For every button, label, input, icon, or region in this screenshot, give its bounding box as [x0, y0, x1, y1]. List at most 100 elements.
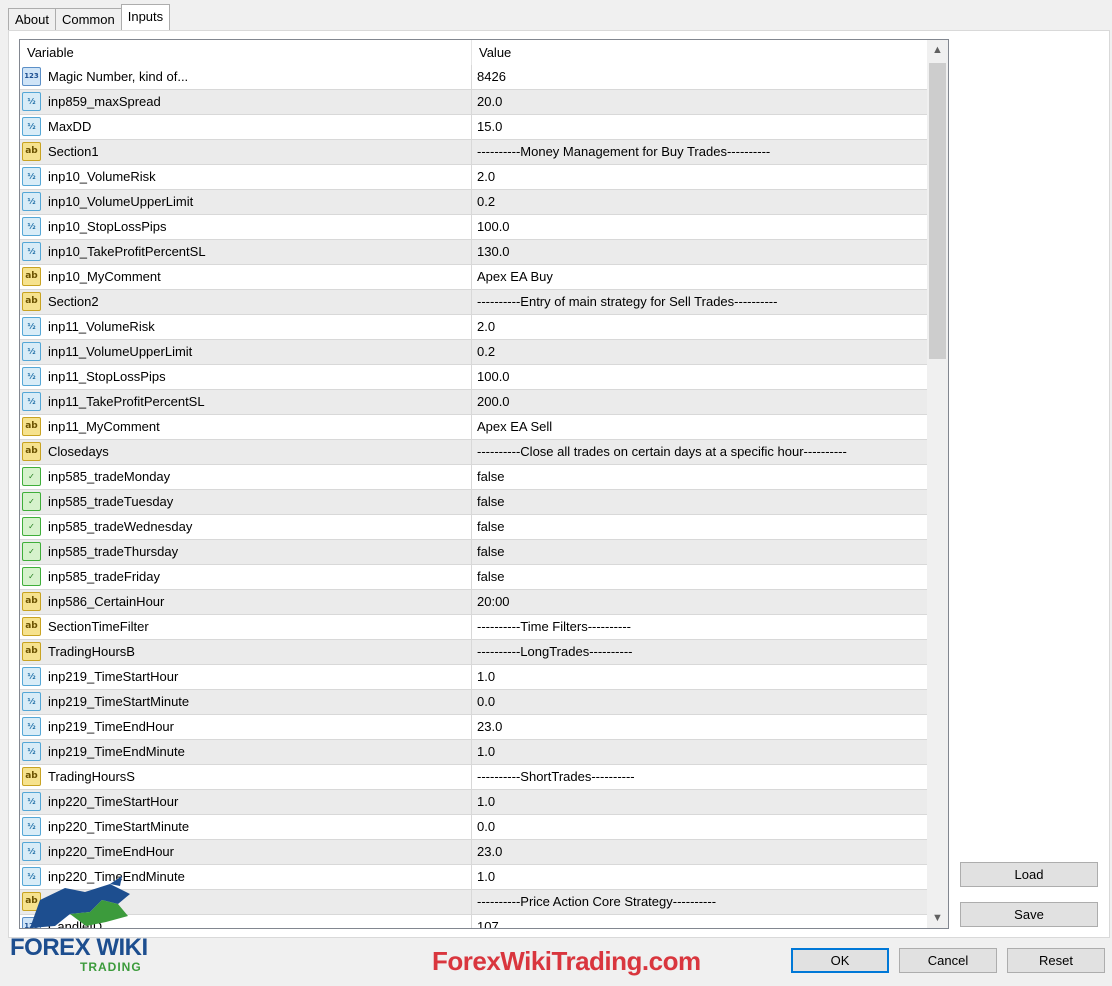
table-row[interactable]: ½ inp10_VolumeRisk 2.0: [20, 165, 927, 190]
value-cell[interactable]: 100.0: [472, 215, 927, 239]
table-row[interactable]: ½ inp11_StopLossPips 100.0: [20, 365, 927, 390]
column-header-variable[interactable]: Variable: [20, 40, 472, 65]
value-cell[interactable]: 8426: [472, 65, 927, 89]
value-cell[interactable]: 20:00: [472, 590, 927, 614]
value-cell[interactable]: 0.2: [472, 190, 927, 214]
table-row[interactable]: ½ inp11_TakeProfitPercentSL 200.0: [20, 390, 927, 415]
variable-cell[interactable]: ½ inp859_maxSpread: [20, 90, 472, 114]
table-row[interactable]: ½ inp11_VolumeUpperLimit 0.2: [20, 340, 927, 365]
load-button[interactable]: Load: [960, 862, 1098, 887]
variable-cell[interactable]: ab Section1: [20, 140, 472, 164]
table-row[interactable]: ab Section1 ----------Money Management for…: [20, 140, 927, 165]
variable-cell[interactable]: ab inp10_MyComment: [20, 265, 472, 289]
table-row[interactable]: ½ inp220_TimeEndHour 23.0: [20, 840, 927, 865]
variable-cell[interactable]: 123 Magic Number, kind of...: [20, 65, 472, 89]
variable-cell[interactable]: ab TradingHoursS: [20, 765, 472, 789]
value-cell[interactable]: 0.0: [472, 815, 927, 839]
value-cell[interactable]: false: [472, 540, 927, 564]
variable-cell[interactable]: ab TradingHoursB: [20, 640, 472, 664]
variable-cell[interactable]: ab SectionTimeFilter: [20, 615, 472, 639]
table-row[interactable]: ½ inp220_TimeStartMinute 0.0: [20, 815, 927, 840]
variable-cell[interactable]: ½ inp219_TimeEndMinute: [20, 740, 472, 764]
value-cell[interactable]: ----------LongTrades----------: [472, 640, 927, 664]
column-header-value[interactable]: Value: [472, 40, 927, 65]
variable-cell[interactable]: ½ inp11_TakeProfitPercentSL: [20, 390, 472, 414]
scroll-down-arrow-icon[interactable]: ▼: [927, 908, 948, 928]
value-cell[interactable]: 0.2: [472, 340, 927, 364]
scroll-up-arrow-icon[interactable]: ▲: [927, 40, 948, 60]
variable-cell[interactable]: ab inp11_MyComment: [20, 415, 472, 439]
table-row[interactable]: ✓ inp585_tradeFriday false: [20, 565, 927, 590]
table-row[interactable]: ½ inp219_TimeEndHour 23.0: [20, 715, 927, 740]
value-cell[interactable]: ----------ShortTrades----------: [472, 765, 927, 789]
variable-cell[interactable]: ½ MaxDD: [20, 115, 472, 139]
value-cell[interactable]: 23.0: [472, 715, 927, 739]
value-cell[interactable]: false: [472, 465, 927, 489]
table-row[interactable]: ab SectionTimeFilter ----------Time Filter…: [20, 615, 927, 640]
value-cell[interactable]: 23.0: [472, 840, 927, 864]
save-button[interactable]: Save: [960, 902, 1098, 927]
variable-cell[interactable]: ab Section2: [20, 290, 472, 314]
variable-cell[interactable]: ✓ inp585_tradeWednesday: [20, 515, 472, 539]
variable-cell[interactable]: ½ inp220_TimeStartMinute: [20, 815, 472, 839]
variable-cell[interactable]: ✓ inp585_tradeTuesday: [20, 490, 472, 514]
table-row[interactable]: ½ inp219_TimeStartMinute 0.0: [20, 690, 927, 715]
table-row[interactable]: ab TradingHoursB ----------LongTrades-----…: [20, 640, 927, 665]
variable-cell[interactable]: ✓ inp585_tradeFriday: [20, 565, 472, 589]
variable-cell[interactable]: ½ inp11_VolumeRisk: [20, 315, 472, 339]
variable-cell[interactable]: ½ inp10_TakeProfitPercentSL: [20, 240, 472, 264]
table-row[interactable]: ab inp11_MyComment Apex EA Sell: [20, 415, 927, 440]
ok-button[interactable]: OK: [791, 948, 889, 973]
cancel-button[interactable]: Cancel: [899, 948, 997, 973]
table-row[interactable]: ab Section2 ----------Entry of main strate…: [20, 290, 927, 315]
value-cell[interactable]: 15.0: [472, 115, 927, 139]
value-cell[interactable]: 200.0: [472, 390, 927, 414]
table-row[interactable]: ½ inp219_TimeStartHour 1.0: [20, 665, 927, 690]
table-row[interactable]: ½ inp10_StopLossPips 100.0: [20, 215, 927, 240]
value-cell[interactable]: false: [472, 515, 927, 539]
value-cell[interactable]: 1.0: [472, 790, 927, 814]
variable-cell[interactable]: ½ inp220_TimeStartHour: [20, 790, 472, 814]
table-row[interactable]: ½ inp219_TimeEndMinute 1.0: [20, 740, 927, 765]
reset-button[interactable]: Reset: [1007, 948, 1105, 973]
value-cell[interactable]: Apex EA Sell: [472, 415, 927, 439]
variable-cell[interactable]: ½ inp10_VolumeUpperLimit: [20, 190, 472, 214]
value-cell[interactable]: ----------Entry of main strategy for Sel…: [472, 290, 927, 314]
table-row[interactable]: ✓ inp585_tradeMonday false: [20, 465, 927, 490]
value-cell[interactable]: false: [472, 565, 927, 589]
table-row[interactable]: ½ inp220_TimeStartHour 1.0: [20, 790, 927, 815]
tab-inputs[interactable]: Inputs: [120, 4, 171, 30]
table-row[interactable]: ab inp586_CertainHour 20:00: [20, 590, 927, 615]
value-cell[interactable]: 1.0: [472, 865, 927, 889]
table-row[interactable]: ½ inp11_VolumeRisk 2.0: [20, 315, 927, 340]
table-row[interactable]: ✓ inp585_tradeTuesday false: [20, 490, 927, 515]
value-cell[interactable]: ----------Time Filters----------: [472, 615, 927, 639]
table-row[interactable]: ab inp10_MyComment Apex EA Buy: [20, 265, 927, 290]
value-cell[interactable]: 100.0: [472, 365, 927, 389]
value-cell[interactable]: 1.0: [472, 740, 927, 764]
scrollbar-thumb[interactable]: [929, 63, 946, 359]
table-row[interactable]: ab Closedays ----------Close all trades on…: [20, 440, 927, 465]
value-cell[interactable]: 20.0: [472, 90, 927, 114]
variable-cell[interactable]: ½ inp11_StopLossPips: [20, 365, 472, 389]
value-cell[interactable]: ----------Money Management for Buy Trade…: [472, 140, 927, 164]
variable-cell[interactable]: ½ inp219_TimeStartMinute: [20, 690, 472, 714]
table-row[interactable]: ½ inp859_maxSpread 20.0: [20, 90, 927, 115]
variable-cell[interactable]: ½ inp11_VolumeUpperLimit: [20, 340, 472, 364]
value-cell[interactable]: 2.0: [472, 165, 927, 189]
table-row[interactable]: ✓ inp585_tradeThursday false: [20, 540, 927, 565]
table-row[interactable]: 123 Magic Number, kind of... 8426: [20, 65, 927, 90]
value-cell[interactable]: 2.0: [472, 315, 927, 339]
table-row[interactable]: ab TradingHoursS ----------ShortTrades----…: [20, 765, 927, 790]
table-row[interactable]: ½ inp10_VolumeUpperLimit 0.2: [20, 190, 927, 215]
value-cell[interactable]: ----------Close all trades on certain da…: [472, 440, 927, 464]
table-row[interactable]: ✓ inp585_tradeWednesday false: [20, 515, 927, 540]
value-cell[interactable]: 130.0: [472, 240, 927, 264]
variable-cell[interactable]: ½ inp10_VolumeRisk: [20, 165, 472, 189]
variable-cell[interactable]: ½ inp10_StopLossPips: [20, 215, 472, 239]
value-cell[interactable]: Apex EA Buy: [472, 265, 927, 289]
variable-cell[interactable]: ✓ inp585_tradeThursday: [20, 540, 472, 564]
variable-cell[interactable]: ✓ inp585_tradeMonday: [20, 465, 472, 489]
value-cell[interactable]: false: [472, 490, 927, 514]
tab-common[interactable]: Common: [54, 8, 122, 30]
